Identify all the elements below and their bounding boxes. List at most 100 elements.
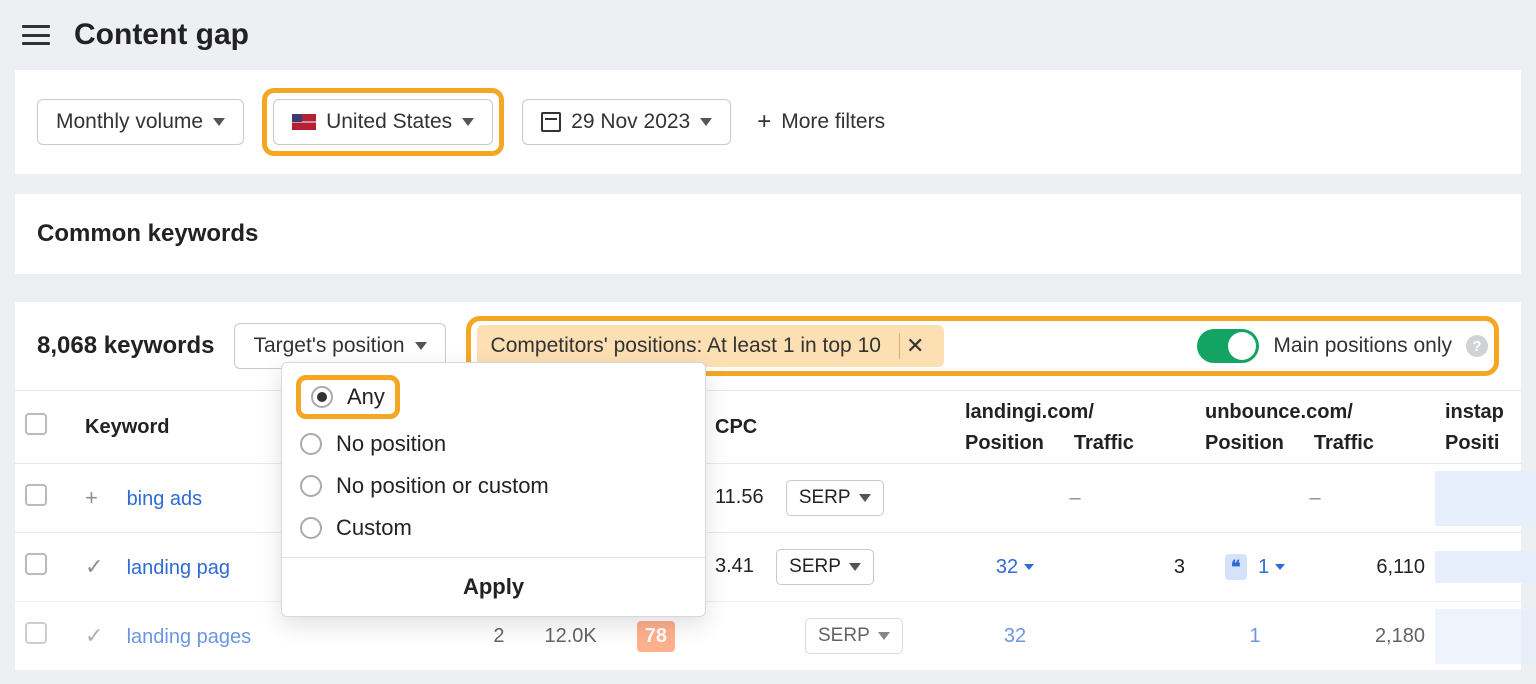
- main-positions-toggle[interactable]: [1197, 329, 1259, 363]
- common-keywords-panel: Common keywords: [15, 194, 1521, 274]
- d3-position: 1: [1435, 609, 1536, 664]
- select-all-cell: [15, 395, 75, 459]
- d1-position: 32: [955, 540, 1075, 595]
- caret-down-icon: [213, 118, 225, 126]
- menu-icon[interactable]: [22, 25, 50, 45]
- volume-dropdown[interactable]: Monthly volume: [37, 99, 244, 145]
- check-icon: ✓: [85, 554, 109, 580]
- position-header[interactable]: Position: [965, 432, 1044, 455]
- domain2-label: unbounce.com/: [1205, 401, 1425, 424]
- radio-icon: [300, 517, 322, 539]
- option-label: Any: [347, 384, 385, 410]
- check-icon: ✓: [85, 623, 109, 649]
- quote-badge-icon: ❝: [1225, 554, 1247, 580]
- option-custom[interactable]: Custom: [282, 507, 705, 549]
- date-dropdown[interactable]: 29 Nov 2023: [522, 99, 731, 145]
- help-icon[interactable]: ?: [1466, 335, 1488, 357]
- chip-label: Competitors' positions: At least 1 in to…: [491, 334, 881, 358]
- position-link[interactable]: 32: [996, 556, 1034, 579]
- table-row: ✓ landing pag 3.41 SERP 32 3 ❝ 1 6,11: [15, 532, 1521, 601]
- serp-button[interactable]: SERP: [776, 549, 874, 585]
- domain2-header-group: unbounce.com/ Position Traffic: [1195, 391, 1435, 463]
- serp-button[interactable]: SERP: [786, 480, 884, 516]
- cpc-cell: 3.41 SERP: [705, 533, 955, 601]
- option-any[interactable]: Any: [296, 375, 400, 419]
- more-filters-label: More filters: [781, 110, 885, 134]
- domain1-header-group: landingi.com/ Position Traffic: [955, 391, 1195, 463]
- country-dropdown[interactable]: United States: [273, 99, 493, 145]
- domain3-header-group: instap Positi: [1435, 391, 1536, 463]
- position-link[interactable]: 1: [1258, 556, 1285, 579]
- position-link[interactable]: 32: [1004, 625, 1026, 648]
- position-header[interactable]: Positi: [1445, 432, 1499, 455]
- keyword-link[interactable]: landing pag: [127, 557, 230, 579]
- select-all-checkbox[interactable]: [25, 413, 47, 435]
- d1-traffic: 3: [1075, 540, 1195, 595]
- d3-position: 7: [1435, 471, 1536, 526]
- volume-label: Monthly volume: [56, 110, 203, 134]
- more-filters-button[interactable]: + More filters: [749, 98, 893, 146]
- results-bar: 8,068 keywords Target's position Competi…: [15, 302, 1521, 390]
- caret-down-icon: [415, 342, 427, 350]
- cpc-cell: 11.56 SERP: [705, 464, 955, 532]
- option-label: Custom: [336, 515, 412, 541]
- keyword-count: 8,068 keywords: [37, 332, 214, 360]
- calendar-icon: [541, 112, 561, 132]
- caret-down-icon: [878, 632, 890, 640]
- traffic-header[interactable]: Traffic: [1074, 432, 1134, 455]
- caret-down-icon: [859, 494, 871, 502]
- caret-down-icon: [1024, 564, 1034, 570]
- filter-bar: Monthly volume United States 29 Nov 2023…: [15, 70, 1521, 174]
- d3-position: [1435, 551, 1536, 583]
- kd-badge: 78: [637, 621, 675, 652]
- vol-value: 12.0K: [544, 625, 596, 648]
- plus-icon: +: [757, 108, 771, 136]
- radio-icon: [300, 475, 322, 497]
- radio-icon: [300, 433, 322, 455]
- option-label: No position: [336, 431, 446, 457]
- cpc-value: 11.56: [715, 486, 764, 508]
- close-icon[interactable]: ✕: [899, 333, 930, 359]
- domain1-label: landingi.com/: [965, 401, 1185, 424]
- table-row: ✓ landing pages 2 12.0K 78 SERP 32 1: [15, 601, 1521, 670]
- d2-position: –: [1195, 471, 1435, 526]
- row-checkbox[interactable]: [25, 622, 47, 644]
- d1-position: –: [955, 471, 1195, 526]
- d2-traffic: 6,110: [1315, 540, 1435, 595]
- competitors-chip[interactable]: Competitors' positions: At least 1 in to…: [477, 325, 945, 367]
- option-no-position[interactable]: No position: [282, 423, 705, 465]
- sf-value: 2: [493, 625, 504, 648]
- country-highlight: United States: [262, 88, 504, 156]
- position-header[interactable]: Position: [1205, 432, 1284, 455]
- date-label: 29 Nov 2023: [571, 110, 690, 134]
- table-header-row: Keyword CPC landingi.com/ Position Traff…: [15, 390, 1521, 463]
- flag-us-icon: [292, 114, 316, 130]
- option-no-position-or-custom[interactable]: No position or custom: [282, 465, 705, 507]
- position-link[interactable]: 1: [1249, 625, 1260, 648]
- table-row: + bing ads 11.56 SERP – – 7: [15, 463, 1521, 532]
- expand-icon[interactable]: +: [85, 485, 109, 511]
- apply-button[interactable]: Apply: [282, 557, 705, 616]
- option-label: No position or custom: [336, 473, 549, 499]
- target-position-label: Target's position: [253, 334, 404, 358]
- traffic-header[interactable]: Traffic: [1314, 432, 1374, 455]
- caret-down-icon: [700, 118, 712, 126]
- cpc-header[interactable]: CPC: [705, 398, 955, 457]
- keyword-link[interactable]: landing pages: [127, 626, 252, 648]
- page-title: Content gap: [74, 18, 249, 52]
- caret-down-icon: [849, 563, 861, 571]
- target-position-menu: Any No position No position or custom Cu…: [281, 362, 706, 617]
- caret-down-icon: [1275, 564, 1285, 570]
- toggle-label: Main positions only: [1273, 334, 1452, 358]
- keyword-link[interactable]: bing ads: [127, 488, 203, 510]
- row-checkbox[interactable]: [25, 553, 47, 575]
- radio-icon: [311, 386, 333, 408]
- row-checkbox[interactable]: [25, 484, 47, 506]
- d2-position: ❝ 1: [1195, 540, 1315, 595]
- d2-position: 1: [1195, 609, 1315, 664]
- domain3-label: instap: [1445, 401, 1536, 424]
- section-title: Common keywords: [37, 220, 1499, 248]
- serp-button[interactable]: SERP: [805, 618, 903, 654]
- d2-traffic: 2,180: [1315, 609, 1435, 664]
- caret-down-icon: [462, 118, 474, 126]
